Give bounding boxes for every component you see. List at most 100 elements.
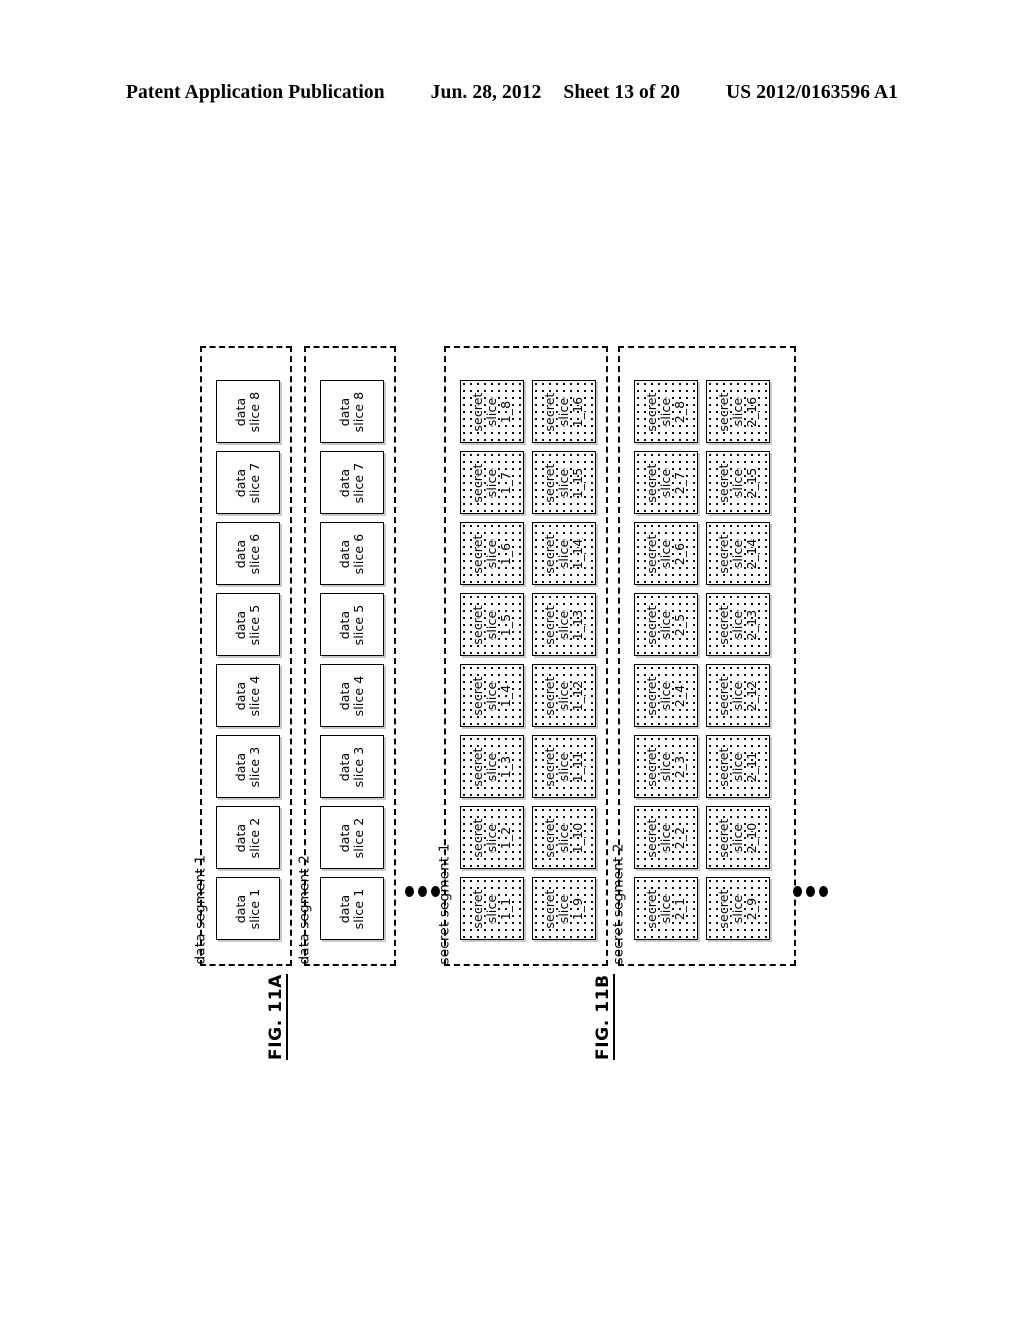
- slice-label-line: 1_10: [570, 822, 585, 853]
- slice-label-line: slice: [556, 397, 571, 426]
- slice-label: data slice 8: [233, 391, 262, 432]
- slice-box: secret slice 1_15: [532, 451, 596, 514]
- slice-box: secret slice 1_13: [532, 593, 596, 656]
- slice-label: secret slice 2_13: [716, 605, 759, 644]
- slice-box: secret slice 1_7: [460, 451, 524, 514]
- slice-label-line: slice 1: [247, 888, 262, 929]
- slice-box: data slice 2: [216, 806, 280, 869]
- slice-label-line: 2_1: [672, 897, 687, 920]
- slice-label-line: slice 2: [351, 817, 366, 858]
- slice-box: secret slice 2_14: [706, 522, 770, 585]
- slice-label-line: secret: [542, 888, 557, 929]
- slice-label-line: slice 2: [247, 817, 262, 858]
- slice-label-line: slice: [556, 468, 571, 497]
- slice-label-line: secret: [470, 675, 485, 716]
- slice-label-line: secret: [716, 817, 731, 858]
- slice-label-line: data: [233, 894, 248, 923]
- slice-label-line: 1_15: [570, 467, 585, 498]
- segment-caption: secret segment 2: [610, 842, 627, 964]
- slice-label-line: slice 4: [247, 675, 262, 716]
- segment-container: data segment 2 data slice 1 data slice 2 data…: [297, 346, 396, 966]
- slice-label-line: secret: [542, 746, 557, 787]
- slice-label-line: secret: [470, 462, 485, 503]
- ellipsis-dot: [819, 886, 828, 897]
- ellipsis-dot: [405, 886, 414, 897]
- slice-label-line: 1_8: [498, 400, 513, 423]
- slice-label-line: secret: [716, 746, 731, 787]
- slice-label-line: 1_11: [570, 751, 585, 782]
- slice-label: data slice 2: [233, 817, 262, 858]
- slice-label-line: data: [337, 752, 352, 781]
- slice-label-line: slice: [658, 468, 673, 497]
- slice-label-line: slice: [658, 681, 673, 710]
- slice-label-line: data: [233, 610, 248, 639]
- slice-box: secret slice 2_16: [706, 380, 770, 443]
- slice-label-line: 2_5: [672, 613, 687, 636]
- slice-label-line: 1_14: [570, 538, 585, 569]
- slice-label-line: slice: [730, 752, 745, 781]
- patent-drawing-area: data segment 1 data slice 1 data slice 2 data…: [0, 0, 1024, 1320]
- slice-box: data slice 2: [320, 806, 384, 869]
- slice-box: secret slice 1_14: [532, 522, 596, 585]
- slice-label-line: slice 6: [247, 533, 262, 574]
- slice-label-line: 2_2: [672, 826, 687, 849]
- slice-label-line: slice: [730, 823, 745, 852]
- slice-label-line: data: [337, 681, 352, 710]
- segment-caption: secret segment 1: [436, 842, 453, 964]
- slice-box: data slice 5: [320, 593, 384, 656]
- slice-box: secret slice 1_4: [460, 664, 524, 727]
- slice-label-line: secret: [542, 604, 557, 645]
- slice-label-line: secret: [716, 888, 731, 929]
- slice-label-line: secret: [542, 675, 557, 716]
- slice-label-line: secret: [644, 817, 659, 858]
- segment-caption: data segment 1: [192, 854, 209, 964]
- slice-label: secret slice 2_1: [644, 889, 687, 928]
- slice-label-line: 2_15: [744, 467, 759, 498]
- slice-label-line: slice 8: [351, 391, 366, 432]
- figure-caption: FIG. 11B: [593, 974, 615, 1060]
- slice-box: data slice 3: [216, 735, 280, 798]
- slice-label-line: secret: [542, 462, 557, 503]
- slice-label: secret slice 2_12: [716, 676, 759, 715]
- slice-column: data slice 1 data slice 2 data slice 3 data sli…: [320, 348, 384, 964]
- slice-label-line: data: [337, 610, 352, 639]
- slice-label-line: slice: [484, 894, 499, 923]
- slice-label-line: slice: [730, 468, 745, 497]
- slice-label: secret slice 2_15: [716, 463, 759, 502]
- slice-box: secret slice 2_10: [706, 806, 770, 869]
- slice-label: secret slice 2_6: [644, 534, 687, 573]
- slice-label: secret slice 1_13: [542, 604, 585, 645]
- slice-label-line: slice: [556, 681, 571, 710]
- slice-column: secret slice 2_1 secret slice 2_2 secret slice 2…: [634, 348, 698, 964]
- slice-label-line: data: [233, 468, 248, 497]
- slice-label: secret slice 1_12: [542, 675, 585, 716]
- slice-label-line: secret: [644, 604, 659, 645]
- slice-label-line: slice: [484, 539, 499, 568]
- slice-box: secret slice 1_3: [460, 735, 524, 798]
- slice-label-line: slice: [658, 539, 673, 568]
- slice-label: data slice 7: [337, 462, 366, 503]
- slice-label-line: slice: [730, 610, 745, 639]
- slice-label: secret slice 1_2: [470, 817, 513, 858]
- slice-label-line: slice: [484, 823, 499, 852]
- slice-label: secret slice 2_9: [716, 888, 759, 929]
- slice-label: data slice 7: [233, 462, 262, 503]
- slice-label-line: secret: [470, 746, 485, 787]
- slice-label-line: secret: [644, 462, 659, 503]
- slice-label-line: secret: [470, 604, 485, 645]
- slice-label: data slice 8: [337, 391, 366, 432]
- slice-label-line: slice: [658, 397, 673, 426]
- segment-container: secret segment 2 secret slice 2_1 secret slic…: [611, 346, 796, 966]
- slice-label-line: 2_12: [744, 680, 759, 711]
- slice-box: data slice 7: [320, 451, 384, 514]
- slice-label-line: secret: [470, 817, 485, 858]
- slice-label-line: 2_14: [744, 538, 759, 569]
- slice-box: secret slice 1_10: [532, 806, 596, 869]
- slice-label-line: slice: [658, 752, 673, 781]
- slice-label-line: slice: [730, 539, 745, 568]
- slice-box: secret slice 1_9: [532, 877, 596, 940]
- slice-label-line: 2_13: [744, 609, 759, 640]
- slice-box: secret slice 2_11: [706, 735, 770, 798]
- segment-container: data segment 1 data slice 1 data slice 2 data…: [193, 346, 292, 966]
- slice-label: secret slice 1_14: [542, 534, 585, 573]
